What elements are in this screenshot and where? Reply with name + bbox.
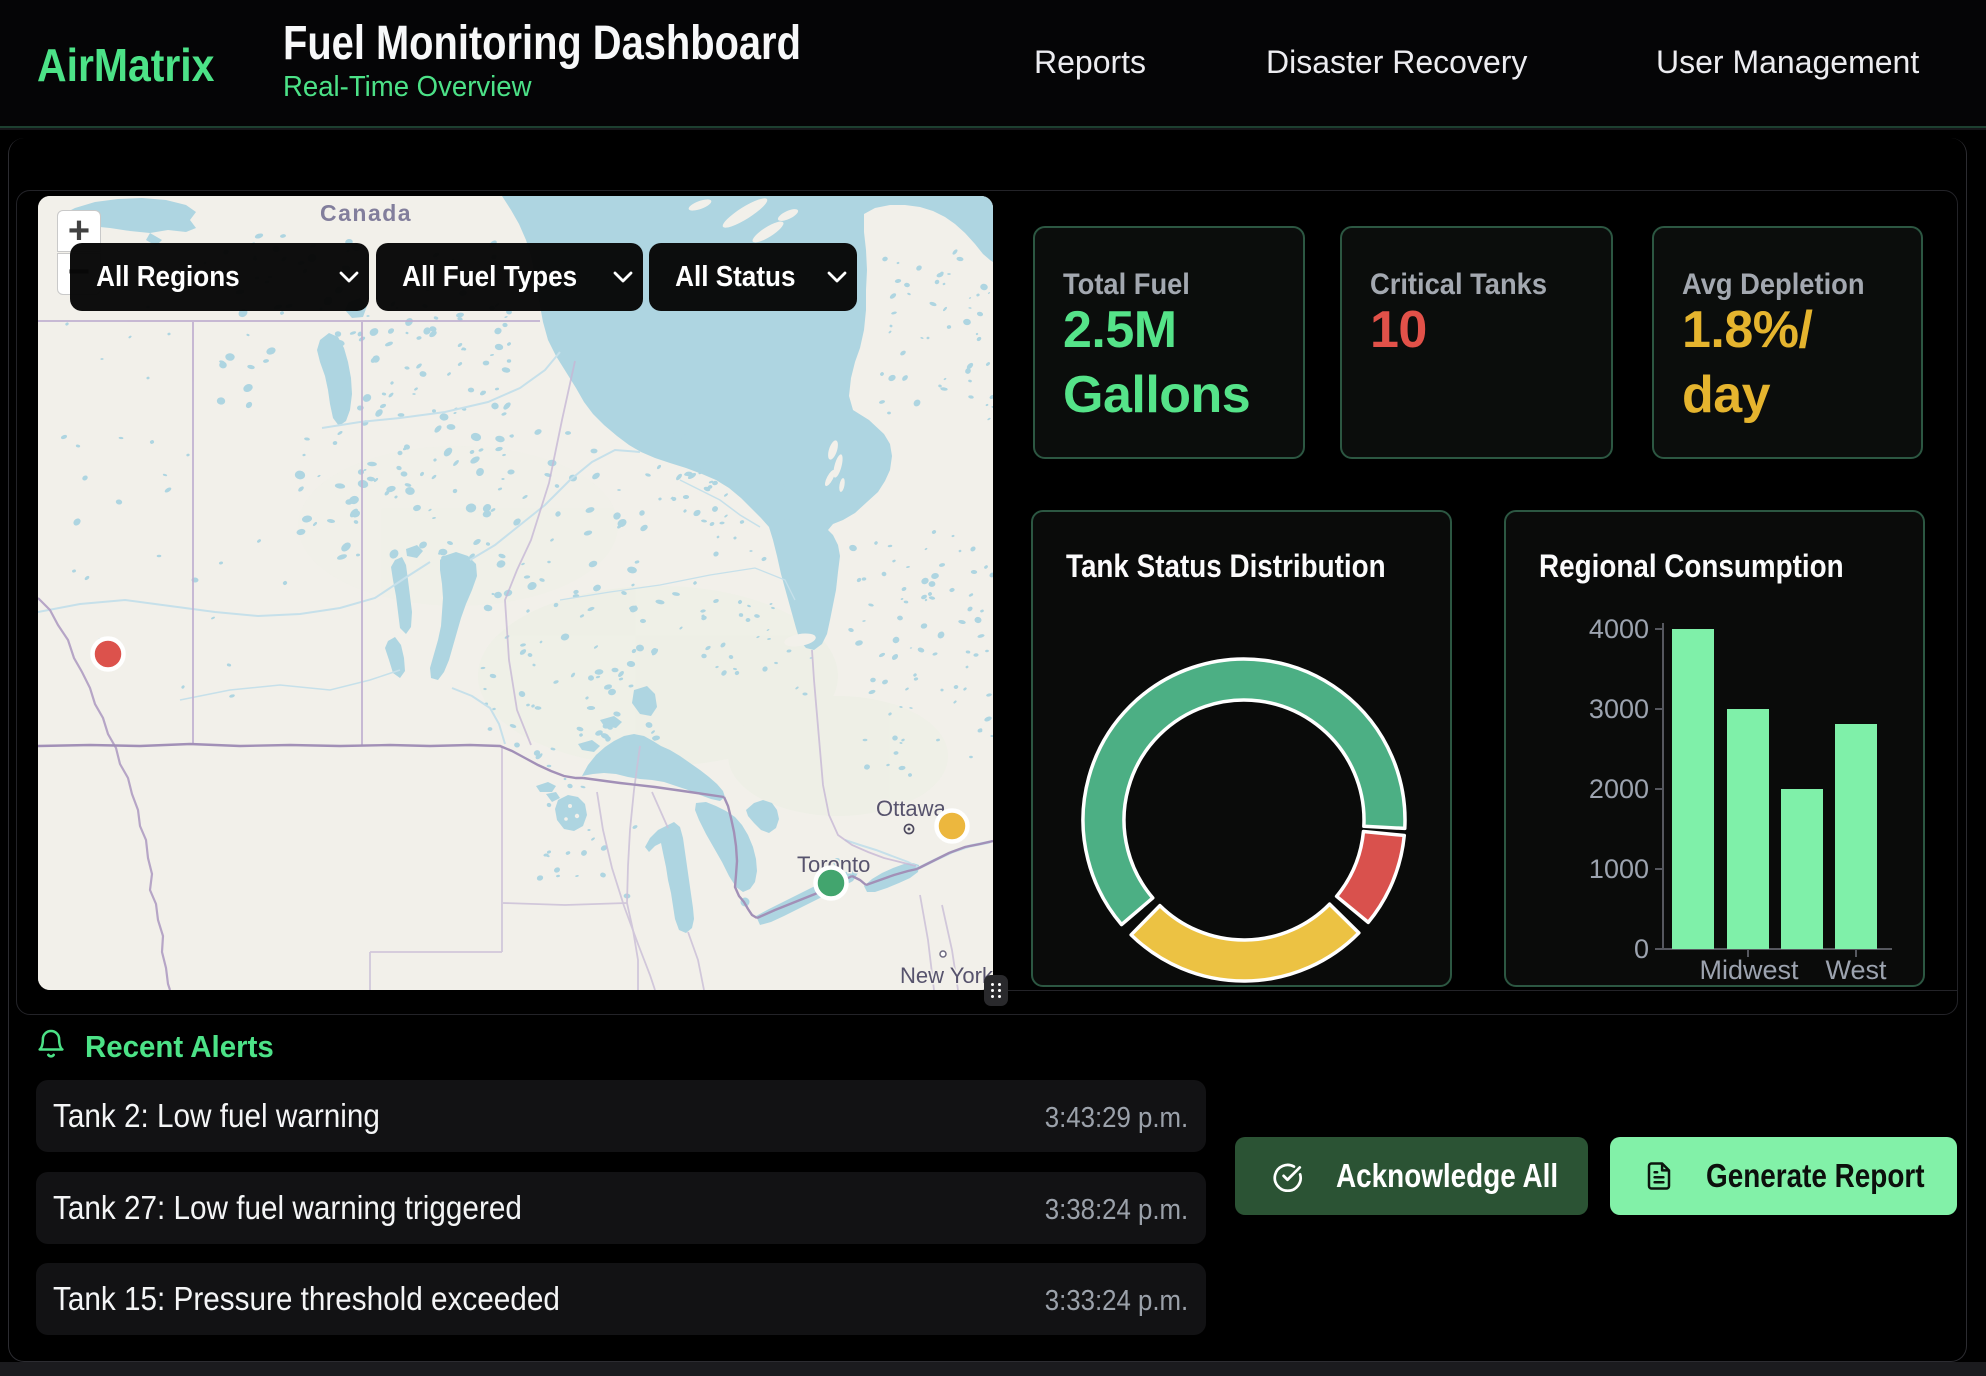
svg-text:2000: 2000 <box>1589 774 1649 804</box>
svg-text:4000: 4000 <box>1589 614 1649 644</box>
svg-text:0: 0 <box>1634 934 1649 964</box>
svg-text:Canada: Canada <box>320 200 412 226</box>
svg-text:West: West <box>1825 955 1887 985</box>
svg-text:1000: 1000 <box>1589 854 1649 884</box>
svg-text:New York: New York <box>900 963 993 988</box>
svg-text:Midwest: Midwest <box>1699 955 1799 985</box>
svg-text:3000: 3000 <box>1589 694 1649 724</box>
svg-text:Ottawa: Ottawa <box>876 796 946 821</box>
